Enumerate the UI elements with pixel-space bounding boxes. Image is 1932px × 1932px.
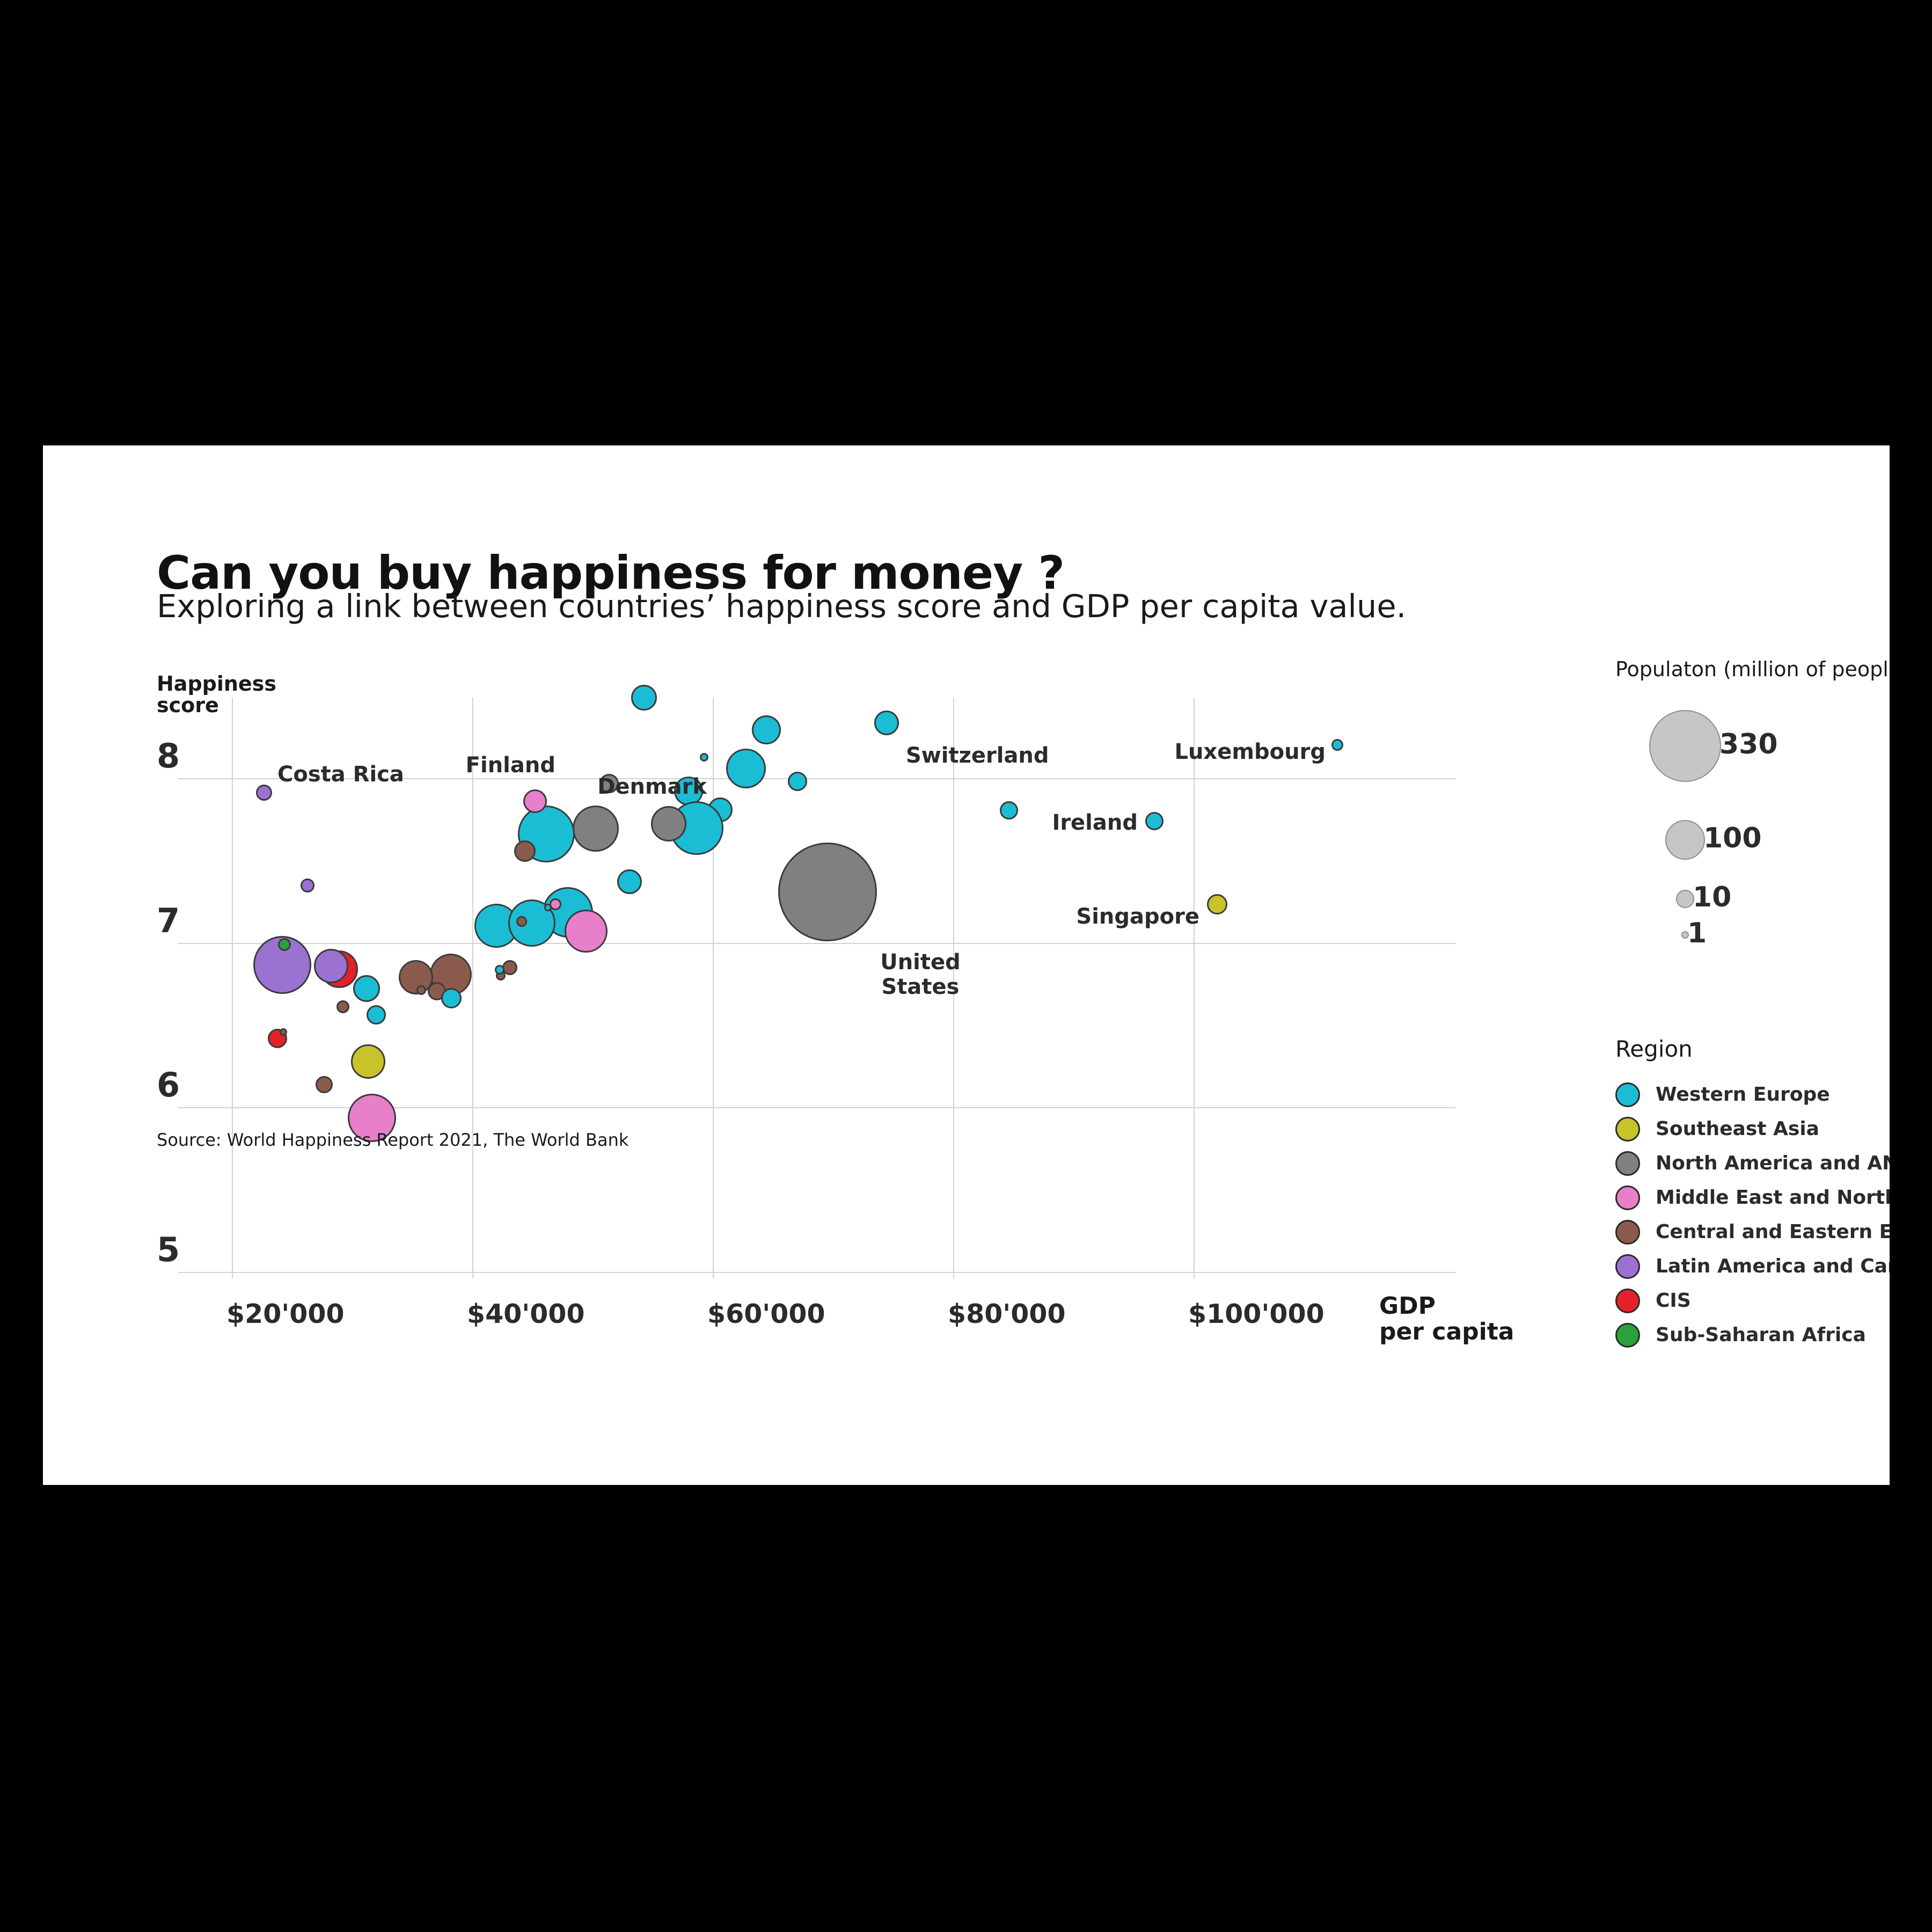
x-axis-tick-80000: $80'000 [948,1299,1066,1329]
region-legend-label: Latin America and Caribbean [1656,1255,1890,1277]
source-note: Source: World Happiness Report 2021, The… [157,1130,629,1150]
data-bubble[interactable] [1145,812,1163,830]
data-bubble[interactable] [495,965,504,975]
region-legend-label: North America and ANZ [1656,1152,1890,1174]
population-legend-label-1: 1 [1687,917,1707,949]
x-axis-tick-60000: $60'000 [707,1299,825,1329]
region-legend-label: Central and Eastern Europe [1656,1221,1890,1243]
region-swatch-icon [1615,1220,1640,1245]
population-legend-title: Populaton (million of people) [1615,657,1890,681]
x-axis-label-line2: per capita [1379,1318,1514,1346]
x-axis-label: GDP per capita [1379,1293,1514,1345]
data-bubble[interactable] [351,1044,385,1079]
gridline-vertical [713,698,714,1278]
x-axis-tick-100000: $100'000 [1188,1299,1324,1329]
population-legend-label-330: 330 [1719,728,1778,760]
y-axis-tick-5: 5 [157,1230,180,1270]
data-bubble[interactable] [514,840,536,862]
data-bubble[interactable] [631,685,657,711]
region-legend-label: Southeast Asia [1656,1118,1819,1140]
data-bubble[interactable] [1331,739,1343,751]
data-bubble[interactable] [874,711,899,735]
y-axis-tick-6: 6 [157,1065,180,1105]
data-bubble[interactable] [353,975,380,1002]
data-bubble[interactable] [280,1028,287,1036]
region-legend-label: Western Europe [1656,1084,1830,1106]
gridline-horizontal [178,1272,1455,1274]
data-bubble[interactable] [278,938,291,951]
data-bubble[interactable] [316,1076,333,1093]
country-label-costa-rica: Costa Rica [277,762,404,787]
region-legend-label: CIS [1656,1290,1691,1312]
x-axis-tick-40000: $40'000 [467,1299,585,1329]
region-legend-title: Region [1615,1036,1693,1062]
region-swatch-icon [1615,1151,1640,1176]
data-bubble[interactable] [788,772,807,791]
gridline-horizontal [178,942,1455,944]
scatter-plot-area: 8 7 6 5 $20'000 $40'000 $60'000 $80'000 $100'000… [43,445,1890,1485]
country-label-ireland: Ireland [1052,810,1138,835]
population-legend-bubble-330 [1649,710,1721,782]
gridline-vertical [1194,698,1195,1278]
country-label-singapore: Singapore [1076,904,1199,929]
region-legend-label: Sub-Saharan Africa [1656,1324,1866,1346]
population-legend-label-10: 10 [1693,881,1732,913]
data-bubble[interactable] [314,949,348,983]
population-legend-bubble-10 [1676,890,1694,908]
region-swatch-icon [1615,1289,1640,1313]
data-bubble[interactable] [301,879,314,892]
data-bubble[interactable] [617,869,642,894]
region-legend-label: Middle East and North Africa [1656,1187,1890,1209]
chart-card: Can you buy happiness for money ? Explor… [43,445,1890,1485]
region-swatch-icon [1615,1323,1640,1348]
region-swatch-icon [1615,1117,1640,1141]
data-bubble[interactable] [416,985,426,995]
population-legend-label-100: 100 [1703,822,1762,854]
region-swatch-icon [1615,1185,1640,1210]
chart-legend: Populaton (million of people) 330 100 10 1 … [1615,445,1890,1485]
country-label-luxembourg: Luxembourg [1174,740,1326,764]
data-bubble[interactable] [367,1005,386,1024]
country-label-united-states: United States [880,950,961,999]
data-bubble[interactable] [441,988,462,1008]
x-axis-tick-20000: $20'000 [226,1299,345,1329]
data-bubble[interactable] [1207,894,1227,914]
data-bubble[interactable] [336,1000,349,1013]
region-swatch-icon [1615,1254,1640,1279]
population-legend-bubble-100 [1665,820,1705,860]
region-swatch-icon [1615,1082,1640,1107]
x-axis-label-line1: GDP [1379,1292,1436,1320]
